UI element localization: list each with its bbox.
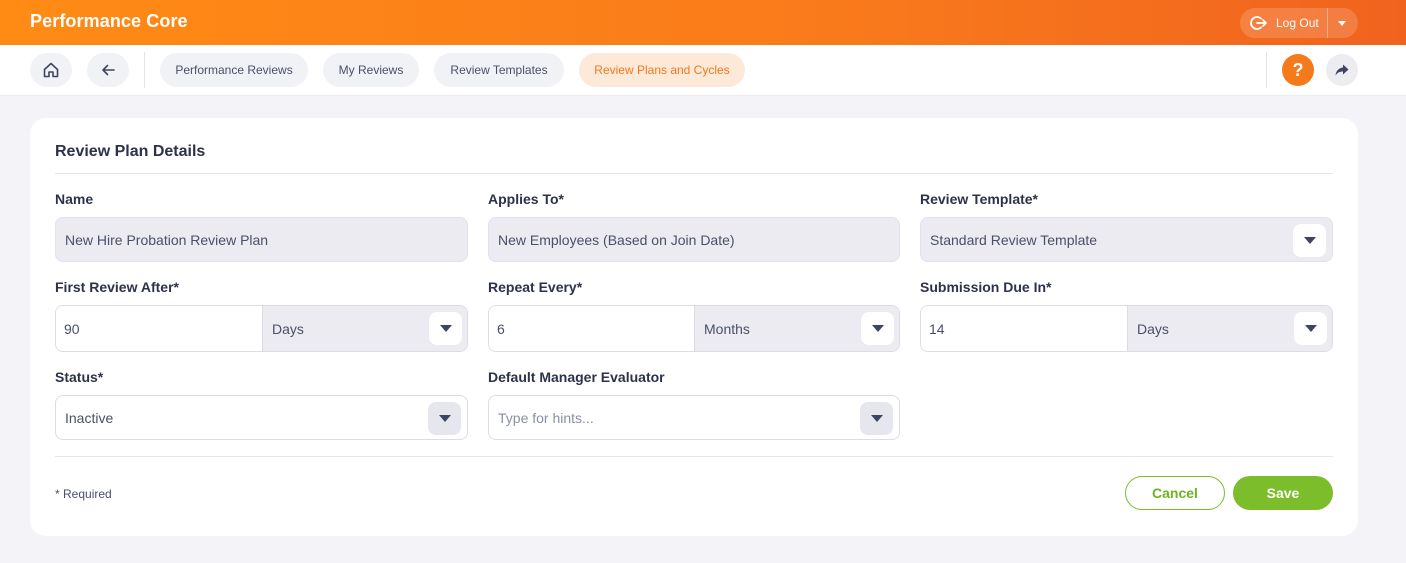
tab-performance-reviews[interactable]: Performance Reviews	[160, 53, 308, 87]
caret-down-icon	[1304, 325, 1317, 332]
caret-down-icon	[439, 325, 452, 332]
nav-divider	[144, 52, 145, 88]
repeat-every-label: Repeat Every*	[488, 279, 583, 295]
name-field[interactable]: New Hire Probation Review Plan	[55, 217, 468, 262]
logout-button[interactable]: Log Out	[1240, 8, 1358, 38]
review-template-select[interactable]: Standard Review Template	[920, 217, 1333, 262]
help-icon: ?	[1292, 59, 1304, 80]
home-icon	[43, 62, 59, 78]
status-dropdown-button[interactable]	[428, 402, 461, 435]
applies-to-label: Applies To*	[488, 191, 564, 207]
submission-due-in-input[interactable]: 14	[921, 306, 1127, 351]
status-select[interactable]: Inactive	[55, 395, 468, 440]
submission-due-in-group: 14 Days	[920, 305, 1333, 352]
status-label: Status*	[55, 369, 104, 385]
review-plan-card: Review Plan Details Name New Hire Probat…	[30, 118, 1358, 536]
repeat-every-unit-select[interactable]: Months	[694, 306, 899, 351]
save-button[interactable]: Save	[1233, 476, 1333, 510]
app-title: Performance Core	[30, 11, 188, 31]
default-manager-evaluator-dropdown-button[interactable]	[860, 402, 893, 435]
review-template-label: Review Template*	[920, 191, 1039, 207]
first-review-after-unit: Days	[272, 320, 304, 337]
repeat-every-unit-dropdown-button[interactable]	[861, 312, 894, 345]
home-button[interactable]	[30, 53, 72, 87]
caret-down-icon	[1303, 237, 1316, 244]
arrow-left-icon	[102, 64, 115, 76]
first-review-after-input[interactable]: 90	[56, 306, 262, 351]
default-manager-evaluator-label: Default Manager Evaluator	[488, 369, 665, 385]
nav-bar: Performance Reviews My Reviews Review Te…	[0, 45, 1406, 96]
first-review-after-label: First Review After*	[55, 279, 179, 295]
caret-down-icon	[870, 415, 883, 422]
repeat-every-input[interactable]: 6	[489, 306, 694, 351]
tab-my-reviews[interactable]: My Reviews	[323, 53, 419, 87]
first-review-after-unit-dropdown-button[interactable]	[429, 312, 462, 345]
first-review-after-unit-select[interactable]: Days	[262, 306, 467, 351]
repeat-every-unit: Months	[704, 320, 750, 337]
top-bar: Performance Core Log Out	[0, 0, 1406, 45]
share-button[interactable]	[1326, 54, 1358, 86]
logout-icon	[1244, 8, 1274, 38]
share-icon	[1335, 64, 1349, 76]
chevron-down-icon[interactable]	[1338, 21, 1346, 26]
tab-review-plans-and-cycles[interactable]: Review Plans and Cycles	[579, 53, 745, 87]
review-template-dropdown-button[interactable]	[1293, 224, 1326, 257]
applies-to-value: New Employees (Based on Join Date)	[498, 231, 735, 248]
card-title: Review Plan Details	[55, 143, 206, 160]
cancel-button[interactable]: Cancel	[1125, 476, 1225, 510]
status-value: Inactive	[65, 409, 114, 426]
nav-divider	[1266, 52, 1267, 88]
submission-due-in-unit-select[interactable]: Days	[1127, 306, 1332, 351]
submission-due-in-unit: Days	[1137, 320, 1169, 337]
logout-label: Log Out	[1276, 16, 1319, 30]
submission-due-in-unit-dropdown-button[interactable]	[1294, 312, 1327, 345]
caret-down-icon	[871, 325, 884, 332]
required-note: * Required	[55, 487, 112, 501]
repeat-every-group: 6 Months	[488, 305, 900, 352]
tab-review-templates[interactable]: Review Templates	[434, 53, 564, 87]
first-review-after-group: 90 Days	[55, 305, 468, 352]
caret-down-icon	[438, 415, 451, 422]
default-manager-evaluator-input[interactable]: Type for hints...	[488, 395, 900, 440]
applies-to-field[interactable]: New Employees (Based on Join Date)	[488, 217, 900, 262]
divider	[55, 456, 1333, 457]
logout-divider	[1327, 8, 1328, 38]
review-template-value: Standard Review Template	[930, 231, 1098, 248]
name-value: New Hire Probation Review Plan	[65, 231, 269, 248]
help-button[interactable]: ?	[1282, 54, 1314, 86]
default-manager-evaluator-placeholder: Type for hints...	[498, 409, 594, 426]
divider	[55, 173, 1333, 174]
submission-due-in-label: Submission Due In*	[920, 279, 1052, 295]
back-button[interactable]	[87, 53, 129, 87]
name-label: Name	[55, 191, 94, 207]
